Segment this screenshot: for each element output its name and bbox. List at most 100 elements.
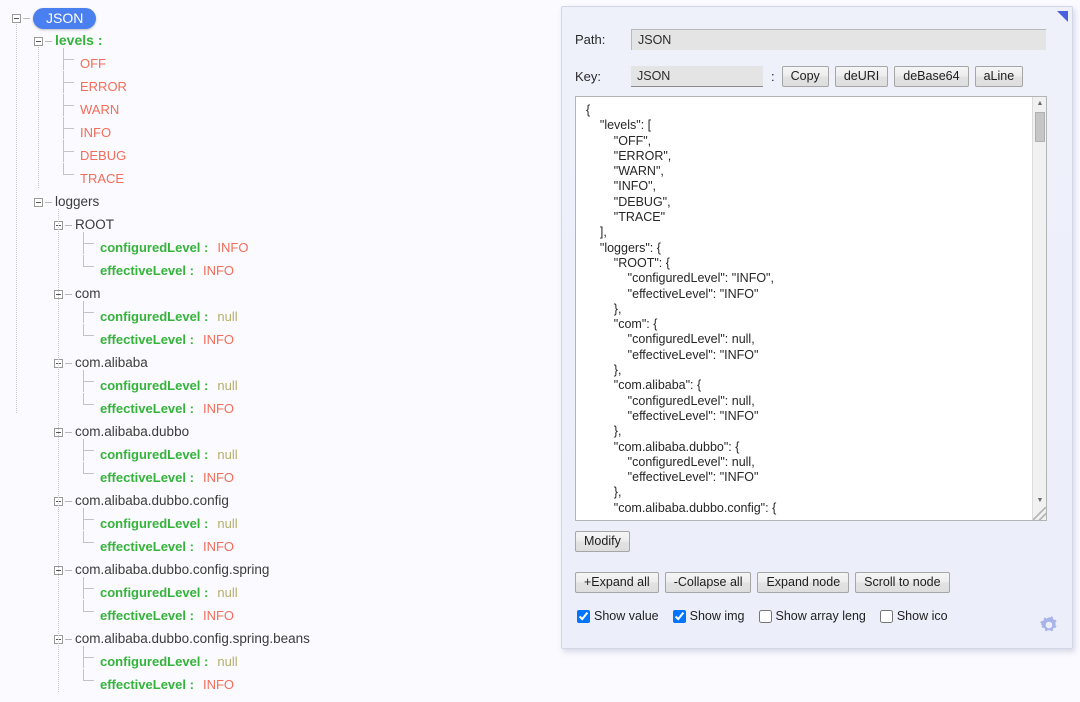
tree-connector — [82, 680, 96, 691]
tree-logger-name: com.alibaba.dubbo.config — [75, 493, 229, 508]
tree-key-configured-level: configuredLevel : — [100, 654, 208, 669]
tree-item-level: ERROR — [62, 75, 127, 98]
json-textarea-scrollbar[interactable]: ▲ ▼ — [1032, 97, 1046, 520]
json-textarea-container[interactable]: { "levels": [ "OFF", "ERROR", "WARN", "I… — [575, 96, 1047, 521]
tree-connector — [82, 335, 96, 346]
scroll-to-node-button[interactable]: Scroll to node — [855, 572, 949, 593]
tree-value-effective-level: INFO — [203, 401, 234, 416]
tree-item-configured-level: configuredLevel :null — [82, 581, 238, 604]
tree-key-effective-level: effectiveLevel : — [100, 263, 194, 278]
tree-connector — [62, 105, 76, 116]
tree-key-loggers: loggers — [55, 194, 99, 209]
tree-item-effective-level: effectiveLevel : INFO — [82, 466, 234, 489]
show-ico-checkbox[interactable] — [880, 610, 893, 623]
tree-item-effective-level: effectiveLevel :INFO — [82, 397, 234, 420]
tree-item-level: TRACE — [62, 167, 124, 190]
expand-all-button[interactable]: +Expand all — [575, 572, 659, 593]
show-ico-checkbox-item[interactable]: Show ico — [880, 609, 948, 623]
tree-item-level: WARN — [62, 98, 119, 121]
collapse-all-button[interactable]: -Collapse all — [665, 572, 752, 593]
tree-logger-name: com.alibaba.dubbo.config.spring.beans — [75, 631, 310, 646]
tree-value-level: DEBUG — [80, 148, 126, 163]
tree-logger-name: com — [75, 286, 101, 301]
tree-logger-name: com.alibaba — [75, 355, 148, 370]
tree-key-configured-level: configuredLevel : — [100, 378, 208, 393]
tree-item-configured-level: configuredLevel :null — [82, 374, 238, 397]
show-value-checkbox[interactable] — [577, 610, 590, 623]
tree-connector — [82, 519, 96, 530]
key-input[interactable] — [631, 66, 763, 87]
show-img-checkbox-item[interactable]: Show img — [673, 609, 745, 623]
tree-item-level: DEBUG — [62, 144, 126, 167]
tree-node-loggers: loggers — [34, 190, 99, 213]
tree-connector — [45, 41, 52, 42]
show-value-checkbox-item[interactable]: Show value — [577, 609, 659, 623]
node-action-row: +Expand all -Collapse all Expand node Sc… — [575, 572, 950, 593]
tree-key-effective-level: effectiveLevel : — [100, 539, 194, 554]
deuri-button[interactable]: deURI — [835, 66, 888, 87]
modify-button[interactable]: Modify — [575, 531, 630, 552]
tree-connector — [23, 18, 30, 19]
tree-connector — [62, 128, 76, 139]
path-label: Path: — [575, 32, 631, 47]
settings-gear-icon[interactable] — [1038, 614, 1060, 636]
tree-connector — [82, 381, 96, 392]
aline-button[interactable]: aLine — [975, 66, 1024, 87]
tree-toggle-root[interactable] — [12, 14, 21, 23]
modify-row: Modify — [575, 531, 630, 552]
tree-key-effective-level: effectiveLevel : — [100, 470, 194, 485]
tree-logger-name: com.alibaba.dubbo.config.spring — [75, 562, 269, 577]
tree-toggle-levels[interactable] — [34, 37, 43, 46]
tree-value-effective-level: INFO — [203, 470, 234, 485]
path-row: Path: — [575, 28, 1046, 50]
tree-item-configured-level: configuredLevel :null — [82, 512, 238, 535]
tree-value-configured-level: null — [217, 585, 237, 600]
scroll-up-arrow-icon[interactable]: ▲ — [1033, 97, 1047, 110]
path-input[interactable] — [631, 29, 1046, 50]
tree-value-effective-level: INFO — [203, 608, 234, 623]
tree-node-logger: ROOT — [54, 213, 114, 236]
tree-toggle-loggers[interactable] — [34, 198, 43, 207]
show-array-leng-checkbox-item[interactable]: Show array leng — [759, 609, 866, 623]
tree-value-effective-level: INFO — [203, 539, 234, 554]
json-textarea[interactable]: { "levels": [ "OFF", "ERROR", "WARN", "I… — [576, 97, 1034, 520]
key-colon-separator: : — [771, 69, 775, 84]
panel-collapse-corner-icon[interactable] — [1057, 11, 1068, 22]
tree-connector — [65, 363, 72, 364]
tree-connector — [62, 151, 76, 162]
tree-node-logger: com.alibaba.dubbo.config.spring — [54, 558, 269, 581]
scroll-down-arrow-icon[interactable]: ▼ — [1033, 494, 1047, 507]
tree-value-configured-level: null — [217, 309, 237, 324]
debase64-button[interactable]: deBase64 — [894, 66, 968, 87]
scrollbar-thumb[interactable] — [1035, 112, 1045, 142]
tree-value-configured-level: INFO — [217, 240, 248, 255]
show-value-label: Show value — [594, 609, 659, 623]
tree-value-level: TRACE — [80, 171, 124, 186]
tree-connector — [65, 501, 72, 502]
tree-connector — [82, 611, 96, 622]
tree-connector — [82, 657, 96, 668]
tree-item-configured-level: configuredLevel : null — [82, 650, 238, 673]
tree-guide-line — [16, 24, 17, 413]
tree-root-label[interactable]: JSON — [33, 8, 96, 29]
textarea-resize-grip-icon[interactable] — [1033, 507, 1046, 520]
show-img-label: Show img — [690, 609, 745, 623]
show-ico-label: Show ico — [897, 609, 948, 623]
tree-connector — [62, 174, 76, 185]
display-options-row: Show value Show img Show array leng Show… — [577, 609, 962, 623]
tree-value-level: WARN — [80, 102, 119, 117]
tree-node-logger: com.alibaba — [54, 351, 148, 374]
tree-item-configured-level: configuredLevel :null — [82, 443, 238, 466]
tree-value-level: ERROR — [80, 79, 127, 94]
tree-connector — [82, 588, 96, 599]
tree-value-configured-level: null — [217, 654, 237, 669]
tree-node-levels: levels : — [34, 29, 103, 52]
show-array-leng-checkbox[interactable] — [759, 610, 772, 623]
copy-button[interactable]: Copy — [782, 66, 829, 87]
tree-connector — [65, 294, 72, 295]
tree-item-configured-level: configuredLevel :null — [82, 305, 238, 328]
expand-node-button[interactable]: Expand node — [757, 572, 849, 593]
tree-value-effective-level: INFO — [203, 332, 234, 347]
tree-connector — [82, 404, 96, 415]
show-img-checkbox[interactable] — [673, 610, 686, 623]
